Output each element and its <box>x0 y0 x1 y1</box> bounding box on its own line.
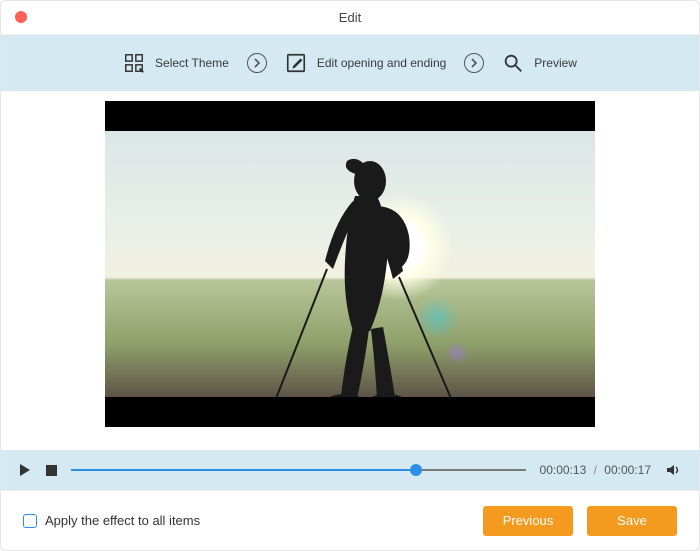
video-content <box>275 151 455 397</box>
chevron-right-icon <box>464 53 484 73</box>
checkbox-box <box>23 514 37 528</box>
save-button[interactable]: Save <box>587 506 677 536</box>
window-title: Edit <box>339 10 361 25</box>
video-frame <box>105 131 595 397</box>
titlebar: Edit <box>1 1 699 35</box>
step-label: Preview <box>534 56 577 70</box>
edit-window: Edit Select Theme E <box>0 0 700 551</box>
step-label: Edit opening and ending <box>317 56 446 70</box>
stop-button[interactable] <box>45 463 57 477</box>
time-separator: / <box>594 463 597 477</box>
chevron-right-icon <box>247 53 267 73</box>
window-controls <box>15 11 27 23</box>
apply-all-checkbox[interactable]: Apply the effect to all items <box>23 513 200 528</box>
current-time: 00:00:13 <box>540 463 587 477</box>
step-edit-opening-ending[interactable]: Edit opening and ending <box>285 52 446 74</box>
close-window-button[interactable] <box>15 11 27 23</box>
letterbox-bottom <box>105 397 595 427</box>
edit-pencil-icon <box>285 52 307 74</box>
apply-all-label: Apply the effect to all items <box>45 513 200 528</box>
previous-button[interactable]: Previous <box>483 506 573 536</box>
theme-grid-icon <box>123 52 145 74</box>
play-button[interactable] <box>19 463 31 477</box>
step-label: Select Theme <box>155 56 229 70</box>
time-display: 00:00:13 / 00:00:17 <box>540 463 651 477</box>
total-time: 00:00:17 <box>604 463 651 477</box>
volume-icon[interactable] <box>665 462 681 478</box>
video-stage <box>1 91 699 450</box>
step-select-theme[interactable]: Select Theme <box>123 52 229 74</box>
seek-slider[interactable] <box>71 460 526 480</box>
video-preview[interactable] <box>105 101 595 427</box>
step-bar: Select Theme Edit opening and ending <box>1 35 699 91</box>
magnifier-icon <box>502 52 524 74</box>
step-preview[interactable]: Preview <box>502 52 577 74</box>
playback-controls: 00:00:13 / 00:00:17 <box>1 450 699 490</box>
footer: Apply the effect to all items Previous S… <box>1 490 699 550</box>
letterbox-top <box>105 101 595 131</box>
